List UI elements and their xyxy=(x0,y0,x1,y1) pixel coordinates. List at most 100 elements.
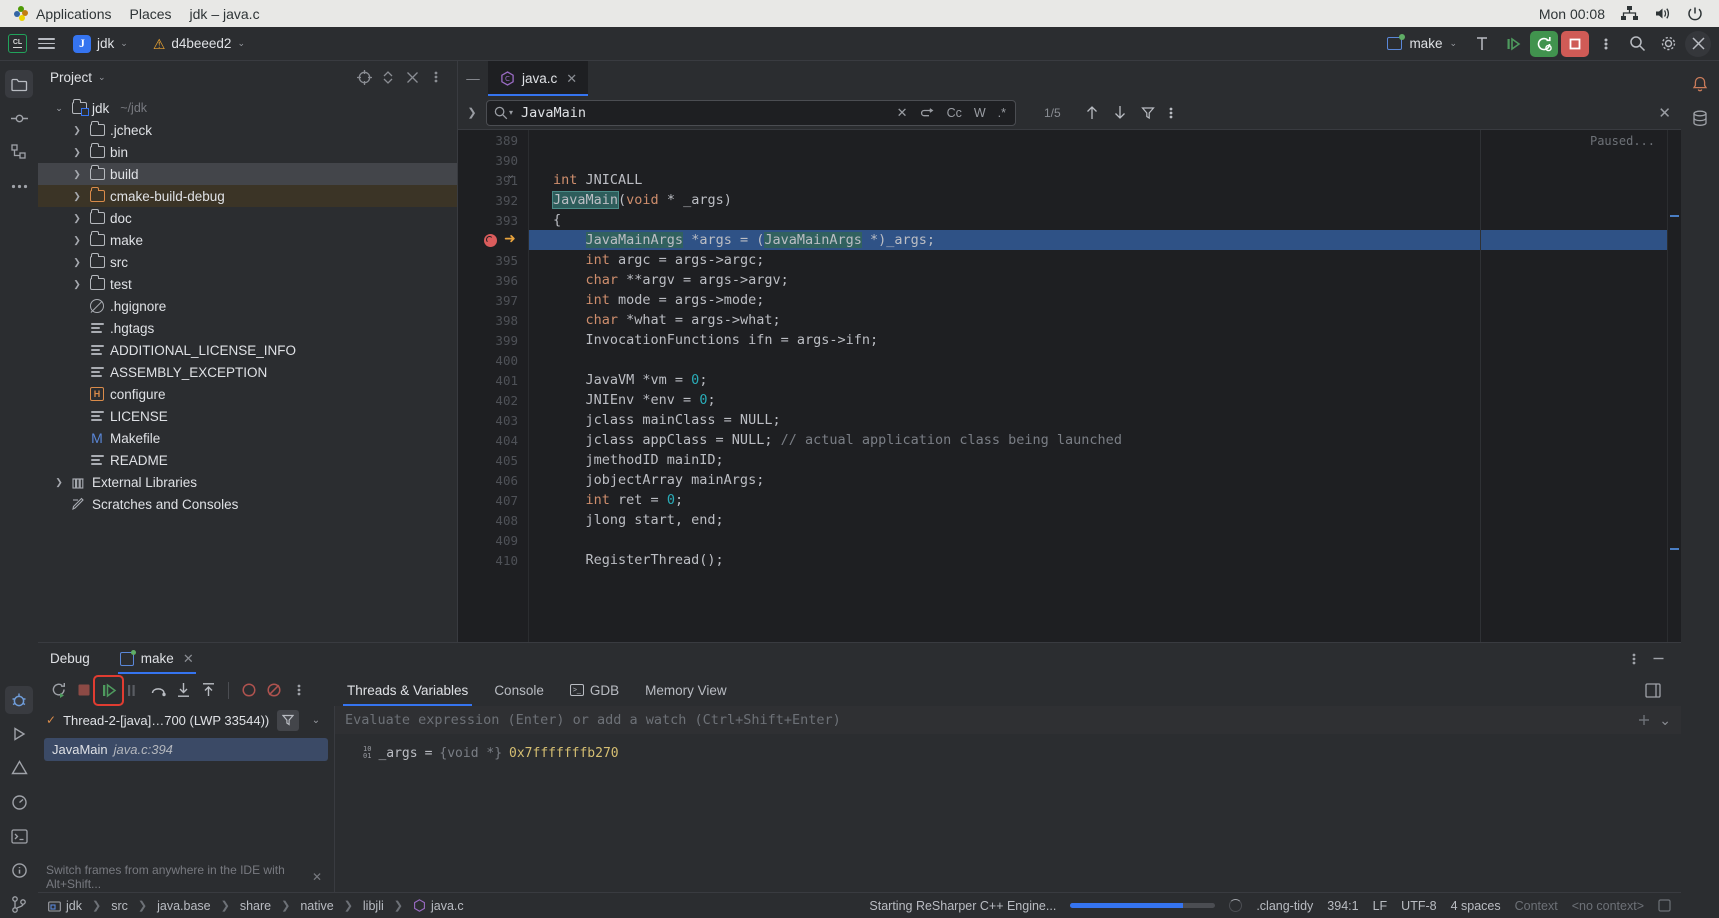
project-tree-item-doc[interactable]: ❯ doc xyxy=(38,207,457,229)
code-line[interactable] xyxy=(529,530,1667,550)
places-menu[interactable]: Places xyxy=(126,6,186,22)
regex-toggle[interactable]: .* xyxy=(996,106,1008,120)
stack-frame-row[interactable]: JavaMain java.c:394 xyxy=(44,738,328,761)
commit-tool-icon[interactable] xyxy=(5,104,33,132)
chevron-down-icon[interactable]: ⌄ xyxy=(1659,712,1671,729)
thread-selector[interactable]: ✓ Thread-2-[java]…700 (LWP 33544)) ⌄ xyxy=(38,706,334,734)
clion-logo-icon[interactable]: CL xyxy=(8,34,27,53)
words-toggle[interactable]: W xyxy=(972,106,988,120)
code-line[interactable]: JNIEnv *env = 0; xyxy=(529,390,1667,410)
project-tree-item-cmake-build-debug[interactable]: ❯ cmake-build-debug xyxy=(38,185,457,207)
mute-breakpoints-button[interactable] xyxy=(261,678,286,703)
variable-row[interactable]: 10 01 _args = {void *} 0x7fffffffb270 xyxy=(335,742,1681,764)
power-icon[interactable] xyxy=(1687,6,1703,21)
project-tree-item-assembly-exception[interactable]: ASSEMBLY_EXCEPTION xyxy=(38,361,457,383)
tree-expand-arrow[interactable]: ❯ xyxy=(70,169,84,180)
project-tree[interactable]: ⌄ jdk ~/jdk ❯ .jcheck ❯ bin ❯ build ❯ cmake-build-… xyxy=(38,93,457,642)
debug-button[interactable] xyxy=(1499,31,1527,57)
code-line[interactable]: char *what = args->what; xyxy=(529,310,1667,330)
debug-tab-threads-variables[interactable]: Threads & Variables xyxy=(334,674,481,706)
resume-program-button[interactable] xyxy=(93,674,124,706)
match-case-toggle[interactable]: Cc xyxy=(945,106,964,120)
project-tool-icon[interactable] xyxy=(5,70,33,98)
code-line[interactable]: jclass mainClass = NULL; xyxy=(529,410,1667,430)
notifications-tool-icon[interactable] xyxy=(5,856,33,884)
database-tool-icon[interactable] xyxy=(1686,104,1714,132)
code-line[interactable]: InvocationFunctions ifn = args->ifn; xyxy=(529,330,1667,350)
view-breakpoints-button[interactable] xyxy=(236,678,261,703)
tree-expand-arrow[interactable]: ⌄ xyxy=(52,103,66,114)
code-line[interactable] xyxy=(529,350,1667,370)
step-out-button[interactable] xyxy=(196,678,221,703)
evaluate-expression-input[interactable]: Evaluate expression (Enter) or add a wat… xyxy=(345,712,1629,728)
context-value[interactable]: <no context> xyxy=(1572,899,1644,913)
context-icon[interactable] xyxy=(1658,899,1671,912)
close-icon[interactable]: ✕ xyxy=(183,651,194,667)
expand-find-replace-icon[interactable]: ❯ xyxy=(458,106,486,119)
project-widget[interactable]: J jdk ⌄ xyxy=(66,32,135,56)
project-tree-item-make[interactable]: ❯ make xyxy=(38,229,457,251)
pause-program-button[interactable] xyxy=(121,678,146,703)
code-line[interactable]: JavaVM *vm = 0; xyxy=(529,370,1667,390)
breadcrumb-item-share[interactable]: share xyxy=(240,899,271,913)
terminal-tool-icon[interactable] xyxy=(5,822,33,850)
project-tree-item-test[interactable]: ❯ test xyxy=(38,273,457,295)
more-vertical-icon[interactable] xyxy=(1623,648,1645,670)
expand-collapse-icon[interactable] xyxy=(377,66,399,88)
minimize-icon[interactable] xyxy=(1647,648,1669,670)
code-line[interactable] xyxy=(529,150,1667,170)
breadcrumb[interactable]: jdk ❯ src ❯ java.base ❯ share ❯ native ❯ libjli ❯ ja… xyxy=(48,899,464,913)
search-icon[interactable] xyxy=(1623,31,1651,57)
indent-setting[interactable]: 4 spaces xyxy=(1451,899,1501,913)
code-editor[interactable]: 389 390 391 392 393 395 396 397 398 399 400 401 402 4… xyxy=(458,130,1681,642)
code-line[interactable]: RegisterThread(); xyxy=(529,550,1667,570)
project-tree-item-src[interactable]: ❯ src xyxy=(38,251,457,273)
code-line[interactable]: int argc = args->argc; xyxy=(529,250,1667,270)
layout-settings-icon[interactable] xyxy=(1640,678,1665,703)
volume-icon[interactable] xyxy=(1654,6,1671,21)
stop-button[interactable] xyxy=(1561,30,1589,57)
code-line[interactable]: jlong start, end; xyxy=(529,510,1667,530)
code-line[interactable]: jmethodID mainID; xyxy=(529,450,1667,470)
step-over-button[interactable] xyxy=(146,678,171,703)
code-line[interactable]: int JNICALL xyxy=(529,170,1667,190)
line-separator[interactable]: LF xyxy=(1373,899,1388,913)
project-tree-item--jcheck[interactable]: ❯ .jcheck xyxy=(38,119,457,141)
code-line[interactable]: jobjectArray mainArgs; xyxy=(529,470,1667,490)
chevron-down-icon[interactable]: ⌄ xyxy=(306,715,326,726)
inspection-widget[interactable]: .clang-tidy xyxy=(1256,899,1313,913)
project-tree-item--hgignore[interactable]: .hgignore xyxy=(38,295,457,317)
vcs-branch-widget[interactable]: ⚠ d4beeed2 ⌄ xyxy=(146,33,252,54)
more-actions-icon[interactable] xyxy=(1592,31,1620,57)
collapse-tabs-icon[interactable]: — xyxy=(458,61,488,96)
more-vertical-icon[interactable] xyxy=(1167,106,1175,120)
filter-icon[interactable] xyxy=(1139,106,1157,120)
code-line[interactable]: { xyxy=(529,210,1667,230)
code-line[interactable]: int ret = 0; xyxy=(529,490,1667,510)
evaluate-expression-row[interactable]: Evaluate expression (Enter) or add a wat… xyxy=(335,706,1681,734)
options-icon[interactable] xyxy=(425,66,447,88)
code-line[interactable]: JavaMainArgs *args = (JavaMainArgs *)_ar… xyxy=(529,230,1667,250)
code-line[interactable]: jclass appClass = NULL; // actual applic… xyxy=(529,430,1667,450)
step-into-button[interactable] xyxy=(171,678,196,703)
filter-icon[interactable] xyxy=(277,709,299,731)
code-text[interactable]: Paused... int JNICALL JavaMain(void * _ar… xyxy=(528,130,1667,642)
breadcrumb-item-libjli[interactable]: libjli xyxy=(363,899,384,913)
gear-icon[interactable] xyxy=(1654,31,1682,57)
project-tree-item-external-libraries[interactable]: ❯ External Libraries xyxy=(38,471,457,493)
applications-menu[interactable]: Applications xyxy=(10,6,126,22)
project-tree-item-bin[interactable]: ❯ bin xyxy=(38,141,457,163)
project-tree-item-scratches-and-consoles[interactable]: Scratches and Consoles xyxy=(38,493,457,515)
clear-icon[interactable]: ✕ xyxy=(895,105,910,121)
structure-tool-icon[interactable] xyxy=(5,138,33,166)
code-line[interactable]: char **argv = args->argv; xyxy=(529,270,1667,290)
project-tree-item--hgtags[interactable]: .hgtags xyxy=(38,317,457,339)
close-icon[interactable]: ✕ xyxy=(312,870,328,884)
encoding[interactable]: UTF-8 xyxy=(1401,899,1436,913)
problems-tool-icon[interactable] xyxy=(5,754,33,782)
breadcrumb-item-src[interactable]: src xyxy=(111,899,128,913)
close-find-icon[interactable]: ✕ xyxy=(1658,104,1671,122)
tree-expand-arrow[interactable]: ❯ xyxy=(70,235,84,246)
rerun-button[interactable] xyxy=(46,678,71,703)
variables-list[interactable]: 10 01 _args = {void *} 0x7fffffffb270 xyxy=(335,734,1681,892)
